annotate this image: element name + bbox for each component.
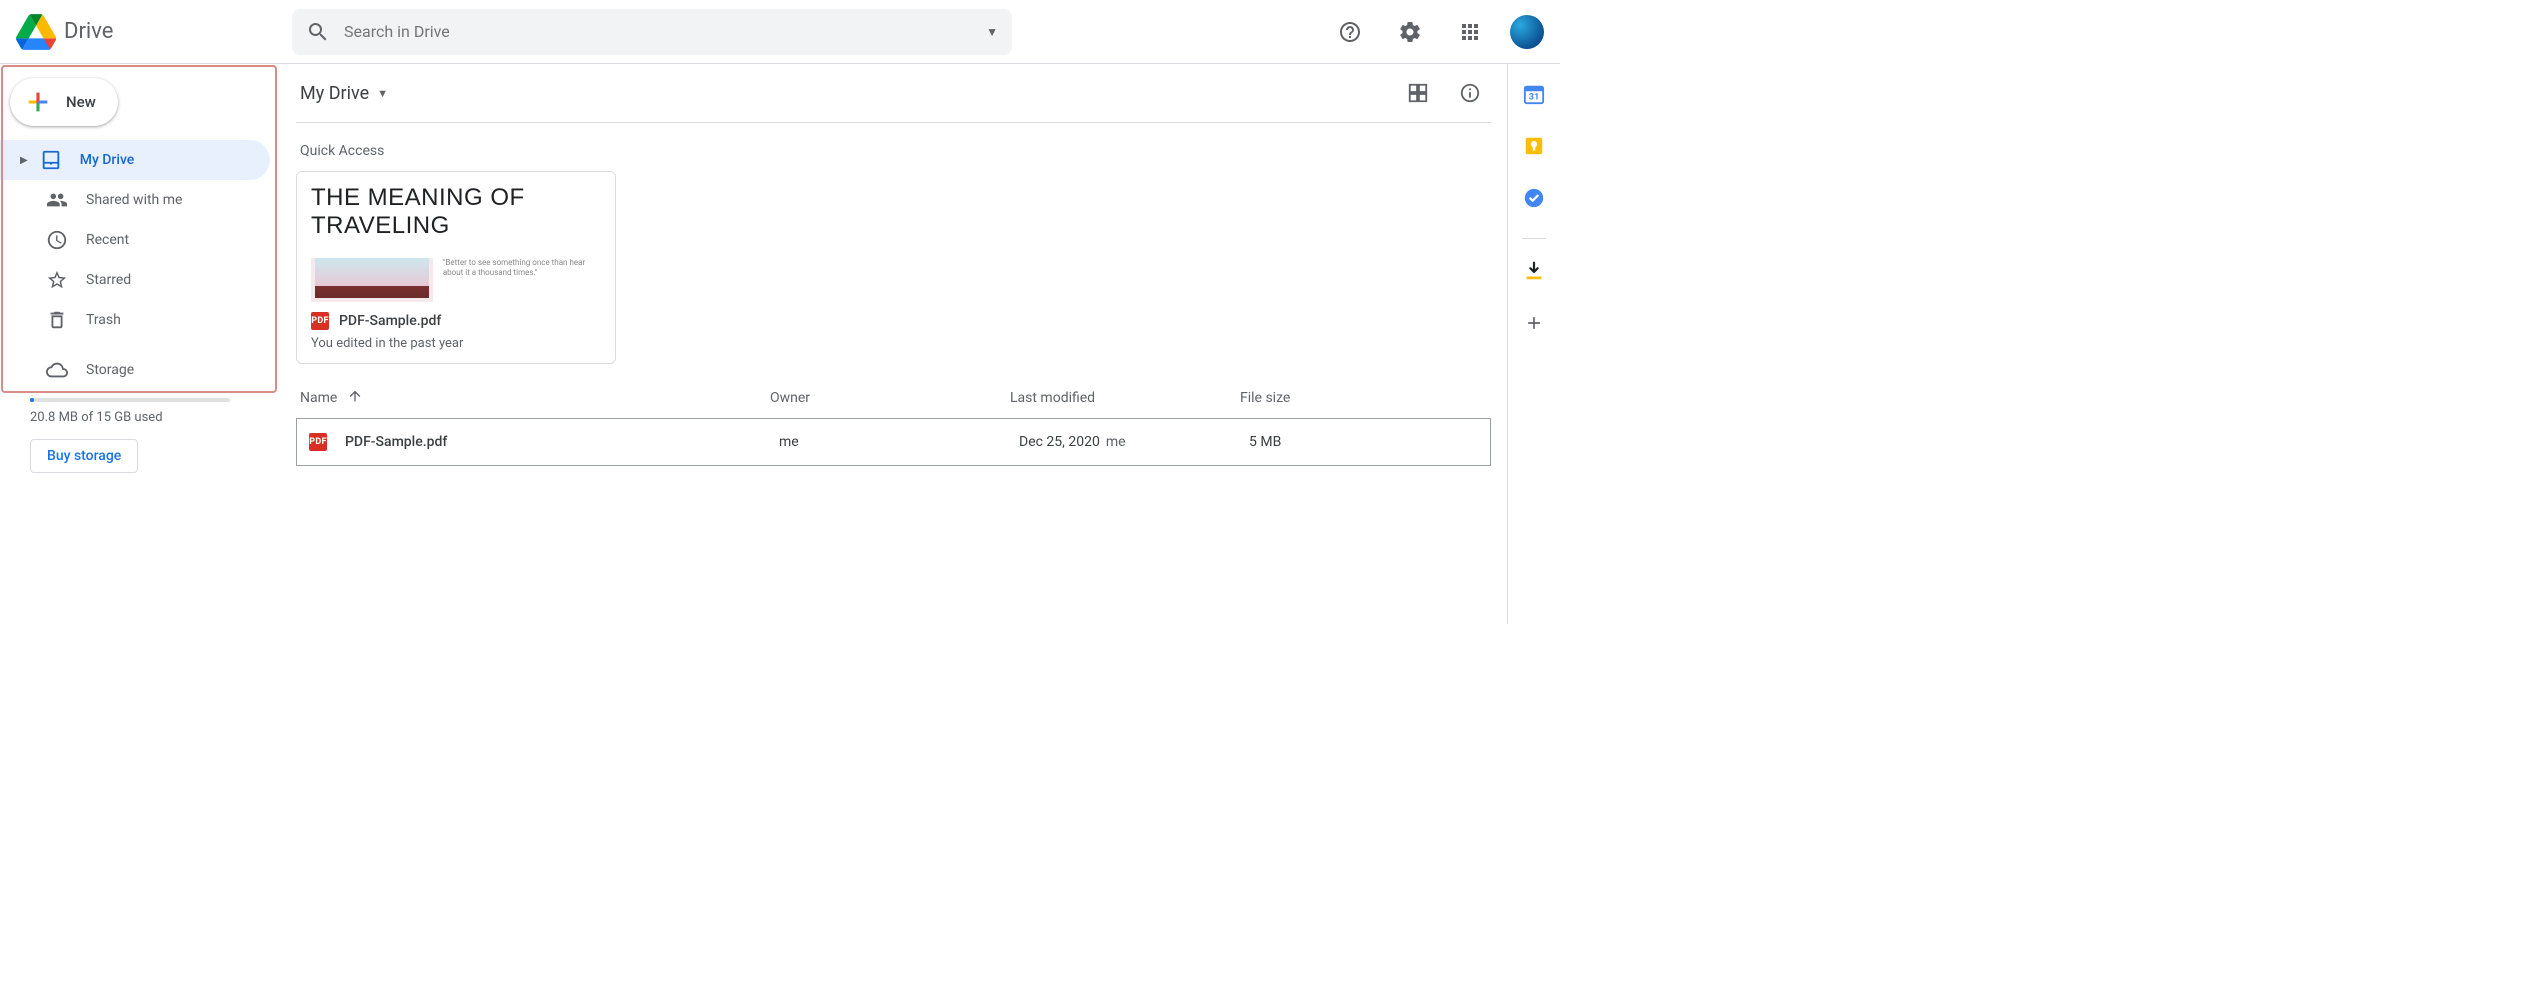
apps-grid-icon: [1458, 20, 1482, 44]
search-options-caret-icon[interactable]: ▼: [986, 25, 998, 39]
table-row[interactable]: PDF PDF-Sample.pdf me Dec 25, 2020 me 5 …: [296, 418, 1491, 466]
tasks-app-button[interactable]: [1522, 186, 1546, 210]
drive-logo-icon: [16, 14, 56, 50]
keep-app-button[interactable]: [1522, 134, 1546, 158]
recent-icon: [46, 229, 68, 251]
pdf-icon: PDF: [311, 312, 329, 330]
sidebar-item-recent[interactable]: Recent: [0, 220, 270, 260]
sort-arrow-up-icon: [347, 388, 363, 408]
thumbnail-blurb: "Better to see something once than hear …: [443, 258, 601, 279]
storage-used-text: 20.8 MB of 15 GB used: [30, 410, 280, 425]
sidebar-item-label: My Drive: [80, 152, 135, 168]
download-icon: [1523, 260, 1545, 282]
account-avatar[interactable]: [1510, 15, 1544, 49]
add-panel-button[interactable]: [1522, 311, 1546, 335]
grid-view-button[interactable]: [1401, 76, 1435, 110]
plus-small-icon: [1524, 313, 1544, 333]
thumbnail-image: [311, 258, 433, 302]
file-owner: me: [779, 434, 1019, 450]
trash-icon: [46, 309, 68, 331]
quick-access-filename-row: PDF PDF-Sample.pdf: [311, 312, 601, 330]
calendar-app-button[interactable]: 31: [1522, 82, 1546, 106]
column-modified[interactable]: Last modified: [1010, 390, 1240, 406]
new-button[interactable]: New: [10, 78, 118, 126]
search-bar[interactable]: ▼: [292, 9, 1012, 55]
settings-button[interactable]: [1390, 12, 1430, 52]
svg-text:31: 31: [1529, 93, 1540, 103]
grid-icon: [1407, 82, 1429, 104]
keep-icon: [1523, 135, 1545, 157]
sidebar-item-label: Recent: [86, 232, 129, 248]
sidebar-item-label: Shared with me: [86, 192, 182, 208]
table-header: Name Owner Last modified File size: [296, 364, 1491, 418]
quick-access-heading: Quick Access: [300, 143, 1487, 159]
column-size[interactable]: File size: [1240, 390, 1487, 406]
help-icon: [1338, 20, 1362, 44]
new-button-label: New: [66, 93, 96, 111]
file-size: 5 MB: [1249, 434, 1486, 450]
thumbnail-headline: THE MEANING OF TRAVELING: [311, 184, 601, 240]
quick-access-card[interactable]: THE MEANING OF TRAVELING "Better to see …: [296, 171, 616, 364]
sidebar-item-shared[interactable]: Shared with me: [0, 180, 270, 220]
sidebar-item-label: Storage: [86, 362, 134, 378]
shared-icon: [46, 189, 68, 211]
quick-access-subtitle: You edited in the past year: [311, 336, 601, 351]
tasks-icon: [1523, 187, 1545, 209]
main-content: My Drive ▼ Quick Access THE MEANING OF T…: [280, 64, 1508, 624]
storage-meter: [30, 398, 230, 402]
file-modified: Dec 25, 2020 me: [1019, 434, 1249, 450]
plus-icon: [24, 88, 52, 116]
gear-icon: [1398, 20, 1422, 44]
info-icon: [1459, 82, 1481, 104]
breadcrumb-row: My Drive ▼: [296, 72, 1491, 123]
sidebar-item-storage[interactable]: Storage: [0, 350, 270, 390]
quick-access-thumbnail: THE MEANING OF TRAVELING "Better to see …: [297, 172, 615, 302]
details-button[interactable]: [1453, 76, 1487, 110]
breadcrumb-title: My Drive: [300, 83, 369, 104]
search-icon: [306, 20, 330, 44]
header: Drive ▼: [0, 0, 1560, 64]
search-input[interactable]: [344, 22, 986, 41]
support-button[interactable]: [1330, 12, 1370, 52]
buy-storage-button[interactable]: Buy storage: [30, 439, 138, 473]
quick-access-filename: PDF-Sample.pdf: [339, 313, 441, 329]
side-panel: 31: [1508, 64, 1560, 624]
column-owner[interactable]: Owner: [770, 390, 1010, 406]
chevron-down-icon: ▼: [377, 87, 388, 100]
column-name[interactable]: Name: [300, 388, 770, 408]
expand-caret-icon[interactable]: ▶: [20, 155, 28, 166]
side-panel-separator: [1522, 238, 1546, 239]
sidebar-item-trash[interactable]: Trash: [0, 300, 270, 340]
header-actions: [1330, 12, 1544, 52]
pdf-icon: PDF: [309, 433, 327, 451]
sidebar-item-label: Trash: [86, 312, 121, 328]
get-addons-button[interactable]: [1522, 259, 1546, 283]
cloud-icon: [46, 359, 68, 381]
app-name: Drive: [64, 19, 113, 44]
breadcrumb[interactable]: My Drive ▼: [300, 83, 388, 104]
sidebar: New ▶ My Drive Shared with me Recent Sta…: [0, 64, 280, 624]
my-drive-icon: [40, 149, 62, 171]
calendar-icon: 31: [1523, 83, 1545, 105]
apps-button[interactable]: [1450, 12, 1490, 52]
sidebar-item-label: Starred: [86, 272, 131, 288]
logo-area[interactable]: Drive: [16, 14, 286, 50]
file-name: PDF-Sample.pdf: [345, 434, 447, 450]
sidebar-item-starred[interactable]: Starred: [0, 260, 270, 300]
sidebar-item-my-drive[interactable]: ▶ My Drive: [0, 140, 270, 180]
star-icon: [46, 269, 68, 291]
